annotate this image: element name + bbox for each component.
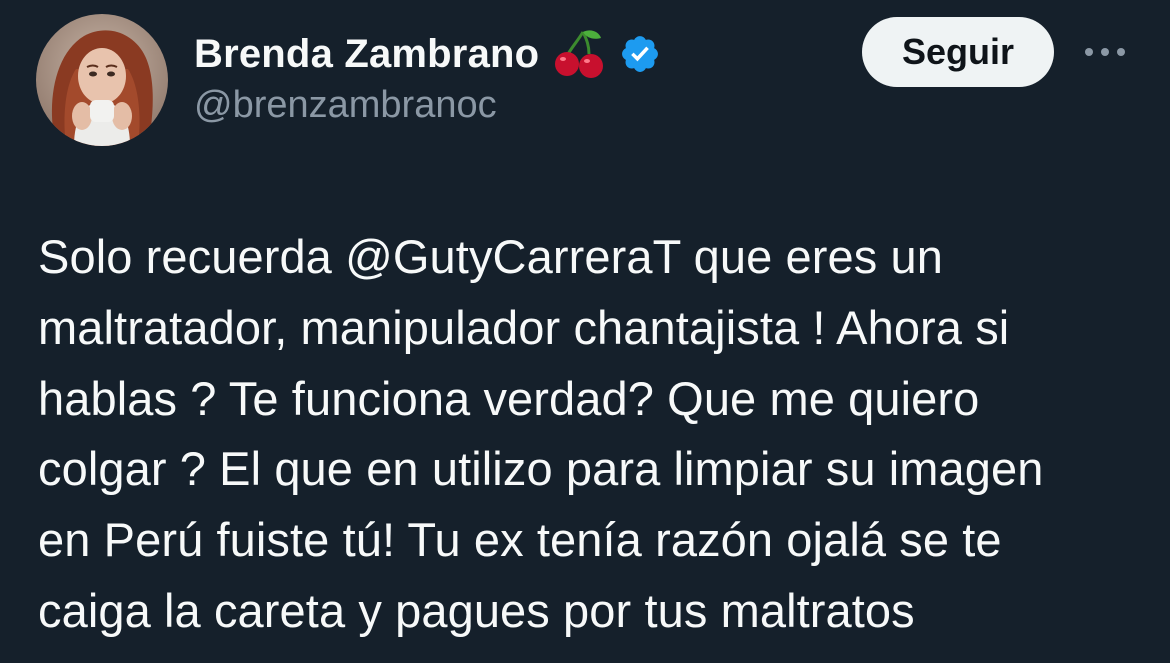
avatar[interactable] <box>36 14 168 146</box>
user-handle[interactable]: @brenzambranoc <box>194 84 497 127</box>
display-name[interactable]: Brenda Zambrano <box>194 32 539 77</box>
verified-badge-icon[interactable] <box>619 33 661 75</box>
tweet-card: Brenda Zambrano @brenzambranoc Seguir So… <box>0 0 1170 663</box>
follow-button[interactable]: Seguir <box>862 17 1054 87</box>
more-options-icon[interactable] <box>1080 30 1130 74</box>
tweet-text: Solo recuerda @GutyCarreraT que eres un … <box>38 230 1044 637</box>
cherries-emoji-icon <box>553 26 609 82</box>
user-name-row: Brenda Zambrano <box>194 26 661 82</box>
avatar-image <box>36 14 168 146</box>
